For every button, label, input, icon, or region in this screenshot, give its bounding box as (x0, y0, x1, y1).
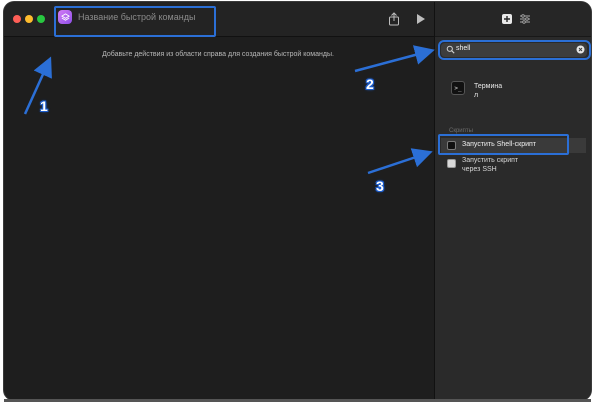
actions-library-icon[interactable] (501, 13, 513, 25)
zoom-window-button[interactable] (37, 15, 45, 23)
empty-editor-hint: Добавьте действия из области справа для … (102, 51, 334, 58)
settings-sliders-icon[interactable] (519, 13, 531, 25)
action-run-script-ssh[interactable]: Запустить скрипт через SSH (462, 156, 522, 174)
annotation-highlight-title (54, 6, 216, 37)
result-terminal-label[interactable]: Термина л (474, 82, 524, 100)
minimize-window-button[interactable] (25, 15, 33, 23)
share-icon[interactable] (387, 12, 401, 26)
ssh-icon (447, 159, 456, 168)
close-window-button[interactable] (13, 15, 21, 23)
annotation-number-3: 3 (376, 178, 384, 194)
annotation-number-1: 1 (40, 98, 48, 114)
play-icon[interactable] (416, 13, 426, 25)
sidebar-toolbar (435, 2, 591, 37)
window-bottom-edge (4, 399, 591, 402)
annotation-highlight-action (438, 134, 569, 155)
shortcuts-window: Название быстрой команды Добавьте действ… (4, 2, 591, 400)
annotation-highlight-search (438, 40, 591, 60)
terminal-icon: >_ (451, 81, 465, 95)
annotation-number-2: 2 (366, 76, 374, 92)
actions-sidebar: shell >_ Термина л Скрипты Запустить She… (434, 2, 591, 400)
